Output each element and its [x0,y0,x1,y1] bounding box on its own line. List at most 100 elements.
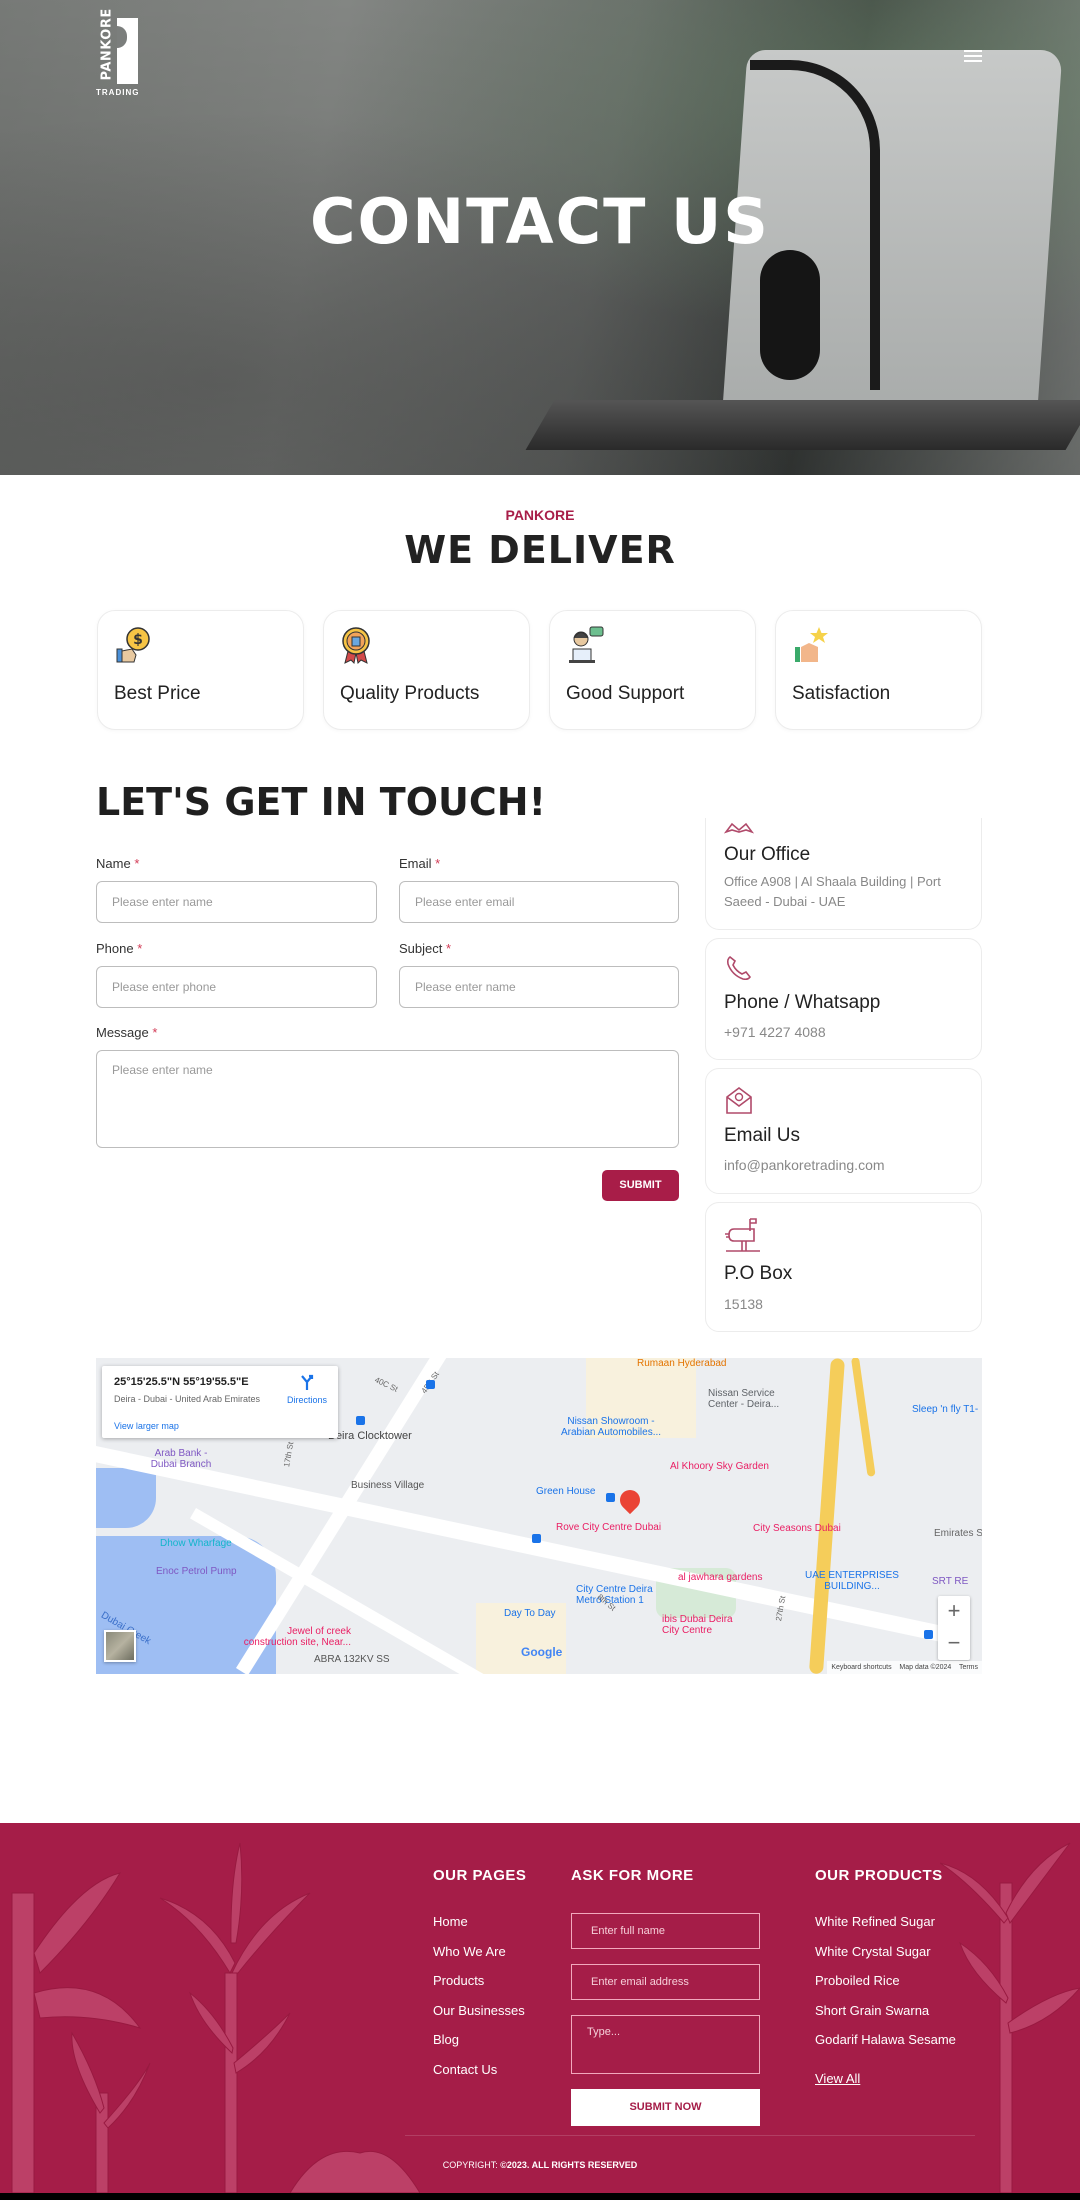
message-label: Message * [96,1025,158,1040]
footer-link-products[interactable]: Products [433,1973,484,1988]
map-info-box: 25°15'25.5"N 55°19'55.5"E Deira - Dubai … [102,1366,338,1438]
terms-link[interactable]: Terms [959,1664,978,1671]
map-place-label[interactable]: Green House [536,1486,595,1497]
footer-name-input[interactable]: Enter full name [571,1913,760,1949]
hamburger-icon[interactable] [964,50,982,64]
map-highway [851,1358,876,1477]
map-data-text: Map data ©2024 [899,1664,952,1671]
map-place-label[interactable]: Day To Day [504,1608,556,1619]
map-place-label[interactable]: al jawhara gardens [678,1572,763,1583]
footer-submit-button[interactable]: SUBMIT NOW [571,2089,760,2126]
bus-stop-icon[interactable] [606,1493,615,1502]
location-pin-icon[interactable] [615,1485,645,1515]
pobox-card: P.O Box 15138 [705,1202,982,1332]
footer-pages-heading: OUR PAGES [433,1867,527,1884]
map-place-label[interactable]: Business Village [351,1480,424,1491]
coin-thumb-icon: $ [116,627,150,663]
map-place-label[interactable]: City Seasons Dubai [753,1523,841,1534]
satellite-toggle[interactable] [104,1630,136,1662]
google-logo: Google [521,1645,563,1659]
footer-product-link[interactable]: Short Grain Swarna [815,2003,929,2018]
zoom-out-button[interactable]: − [938,1628,970,1660]
site-logo[interactable]: PANKORE TRADING [96,8,142,98]
phone-number[interactable]: +971 4227 4088 [724,1022,964,1042]
map-place-label[interactable]: Rumaan Hyderabad [637,1358,727,1369]
feature-card-quality-products: Quality Products [323,610,530,730]
footer-link-who-we-are[interactable]: Who We Are [433,1944,506,1959]
name-input[interactable]: Please enter name [96,881,377,923]
feature-label: Best Price [114,683,201,704]
map-place-label[interactable]: Enoc Petrol Pump [156,1566,237,1577]
award-badge-icon [342,627,370,665]
feature-card-good-support: Good Support [549,610,756,730]
footer-link-contact-us[interactable]: Contact Us [433,2062,497,2077]
map-place-label[interactable]: Emirates S [934,1528,982,1539]
map-coordinates: 25°15'25.5"N 55°19'55.5"E [114,1376,249,1388]
bus-stop-icon[interactable] [532,1534,541,1543]
footer-link-home[interactable]: Home [433,1914,468,1929]
phone-icon [726,956,751,981]
footer-divider [405,2135,975,2136]
footer-product-link[interactable]: White Refined Sugar [815,1914,935,1929]
support-agent-icon [569,626,604,663]
feature-card-best-price: $ Best Price [97,610,304,730]
map-attribution: Keyboard shortcuts Map data ©2024 Terms [827,1661,982,1674]
map-place-label[interactable]: ibis Dubai Deira City Centre [662,1614,742,1636]
office-address: Office A908 | Al Shaala Building | Port … [724,874,941,909]
map-place-label[interactable]: Arab Bank - Dubai Branch [146,1448,216,1470]
subject-input[interactable]: Please enter name [399,966,679,1008]
bus-stop-icon[interactable] [426,1380,435,1389]
map-place-label[interactable]: ABRA 132KV SS [314,1654,390,1665]
map-place-label[interactable]: SRT RE [932,1576,968,1587]
logo-brand-text: PANKORE [99,8,115,81]
directions-button[interactable]: Directions [282,1374,332,1405]
hero-keyboard-graphic [525,400,1080,450]
phone-title: Phone / Whatsapp [724,992,881,1013]
office-title: Our Office [724,844,811,865]
embedded-map[interactable]: Rumaan Hyderabad Nissan Service Center -… [96,1358,982,1674]
email-input[interactable]: Please enter email [399,881,679,923]
view-larger-map-link[interactable]: View larger map [114,1421,179,1431]
footer-link-our-businesses[interactable]: Our Businesses [433,2003,525,2018]
sugarcane-illustration-left [11,1842,420,2193]
map-place-label[interactable]: Nissan Showroom - Arabian Automobiles... [556,1416,666,1438]
bus-stop-icon[interactable] [924,1630,933,1639]
footer-product-link[interactable]: Godarif Halawa Sesame [815,2032,956,2047]
map-place-label[interactable]: Nissan Service Center - Deira... [708,1388,798,1410]
subject-label: Subject * [399,941,452,956]
map-place-label[interactable]: Rove City Centre Dubai [556,1522,661,1533]
feature-label: Satisfaction [792,683,891,704]
sugarcane-illustration-right [940,1842,1080,2193]
map-place-label[interactable]: Jewel of creek construction site, Near..… [231,1626,351,1648]
bus-stop-icon[interactable] [356,1416,365,1425]
message-textarea[interactable]: Please enter name [96,1050,679,1148]
email-address[interactable]: info@pankoretrading.com [724,1155,964,1175]
phone-card: Phone / Whatsapp +971 4227 4088 [705,938,982,1060]
submit-button[interactable]: SUBMIT [602,1170,679,1201]
map-place-label[interactable]: Al Khoory Sky Garden [670,1461,769,1472]
thumbs-up-star-icon [795,627,828,662]
keyboard-shortcuts-link[interactable]: Keyboard shortcuts [831,1664,891,1671]
view-all-products-link[interactable]: View All [815,2071,860,2086]
page-title: CONTACT US [310,185,770,258]
email-title: Email Us [724,1125,801,1146]
copyright-text: COPYRIGHT: ©2023. ALL RIGHTS RESERVED [442,2160,638,2170]
map-place-label[interactable]: Dhow Wharfage [160,1538,232,1549]
pobox-title: P.O Box [724,1263,793,1284]
footer-product-link[interactable]: Proboiled Rice [815,1973,900,1988]
footer-message-textarea[interactable]: Type... [571,2015,760,2074]
mailbox-icon [725,1218,760,1252]
phone-input[interactable]: Please enter phone [96,966,377,1008]
contact-form-title: LET'S GET IN TOUCH! [96,780,546,824]
hero-earcup-graphic [760,250,820,380]
map-place-label[interactable]: UAE ENTERPRISES BUILDING... [802,1570,902,1592]
logo-p-mark [117,18,138,84]
footer-product-link[interactable]: White Crystal Sugar [815,1944,931,1959]
footer-email-input[interactable]: Enter email address [571,1964,760,2000]
map-place-label[interactable]: Sleep 'n fly T1- [912,1404,978,1415]
footer-link-blog[interactable]: Blog [433,2032,459,2047]
zoom-in-button[interactable]: + [938,1596,970,1628]
map-place-label[interactable]: City Centre Deira Metro Station 1 [576,1584,666,1606]
map-water [96,1468,156,1528]
map-place-label[interactable]: Deira Clocktower [328,1430,412,1442]
